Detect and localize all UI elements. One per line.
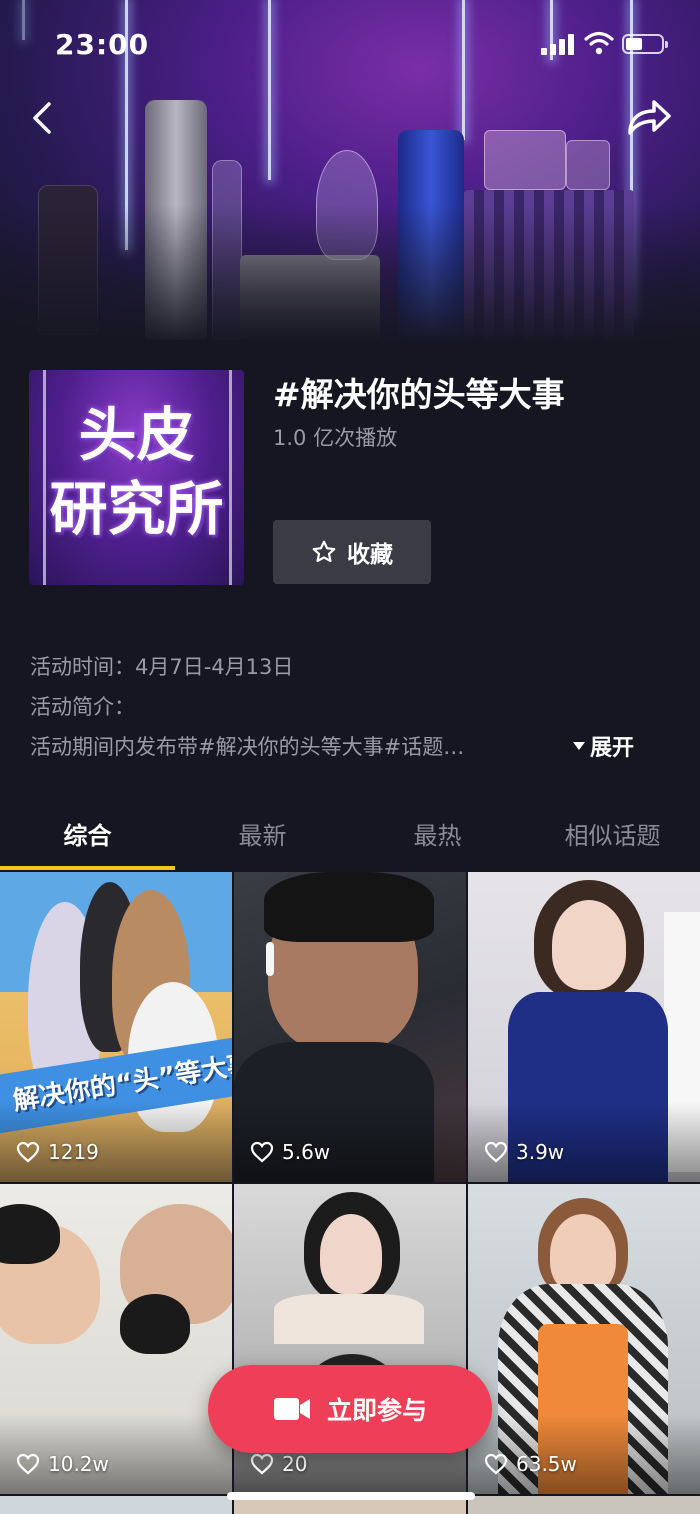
- participate-button[interactable]: 立即参与: [208, 1365, 492, 1453]
- status-bar: 23:00: [0, 0, 700, 90]
- activity-time: 活动时间：4月7日-4月13日: [30, 655, 294, 679]
- heart-icon: [250, 1141, 274, 1163]
- expand-label: 展开: [590, 736, 635, 761]
- like-count: 63.5w: [484, 1452, 577, 1476]
- video-thumbnail[interactable]: [0, 1496, 232, 1514]
- favorite-button[interactable]: 收藏: [273, 520, 431, 584]
- activity-intro-label: 活动简介：: [30, 695, 135, 719]
- heart-icon: [16, 1453, 40, 1475]
- heart-icon: [250, 1453, 274, 1475]
- like-count: 20: [250, 1452, 307, 1476]
- tab-similar-topics[interactable]: 相似话题: [525, 816, 700, 851]
- tab-hottest[interactable]: 最热: [350, 816, 525, 851]
- tab-latest[interactable]: 最新: [175, 816, 350, 851]
- video-thumbnail[interactable]: 63.5w: [468, 1184, 700, 1494]
- video-thumbnail[interactable]: 5.6w: [234, 872, 466, 1182]
- favorite-label: 收藏: [347, 542, 393, 568]
- video-thumbnail[interactable]: 10.2w: [0, 1184, 232, 1494]
- like-count: 10.2w: [16, 1452, 109, 1476]
- share-button[interactable]: [624, 96, 674, 140]
- participate-label: 立即参与: [326, 1396, 427, 1425]
- heart-icon: [16, 1141, 40, 1163]
- star-icon: [312, 540, 336, 563]
- cover-title-line1: 头皮: [78, 401, 195, 469]
- like-count: 5.6w: [250, 1140, 330, 1164]
- activity-intro-text: 活动期间内发布带#解决你的头等大事#话题…: [30, 735, 465, 759]
- back-button[interactable]: [22, 96, 66, 140]
- caret-down-icon: [573, 742, 585, 750]
- video-thumbnail[interactable]: [468, 1496, 700, 1514]
- cover-title-line2: 研究所: [49, 475, 224, 543]
- like-count: 3.9w: [484, 1140, 564, 1164]
- topic-play-count: 1.0 亿次播放: [273, 426, 398, 450]
- like-count: 1219: [16, 1140, 99, 1164]
- video-thumbnail[interactable]: 3.9w: [468, 872, 700, 1182]
- video-thumbnail[interactable]: 解决你的“头”等大事 1219: [0, 872, 232, 1182]
- cellular-signal-icon: [541, 33, 575, 55]
- heart-icon: [484, 1141, 508, 1163]
- video-camera-icon: [273, 1398, 310, 1420]
- tab-comprehensive[interactable]: 综合: [0, 816, 175, 851]
- expand-button[interactable]: 展开: [572, 730, 634, 762]
- tab-bar: 综合 最新 最热 相似话题: [0, 800, 700, 870]
- battery-icon: [622, 34, 668, 54]
- status-time: 23:00: [55, 28, 150, 61]
- home-indicator: [227, 1492, 475, 1500]
- topic-cover-image: 头皮 研究所: [29, 370, 244, 585]
- topic-title: #解决你的头等大事: [273, 375, 565, 414]
- heart-icon: [484, 1453, 508, 1475]
- wifi-icon: [584, 31, 614, 55]
